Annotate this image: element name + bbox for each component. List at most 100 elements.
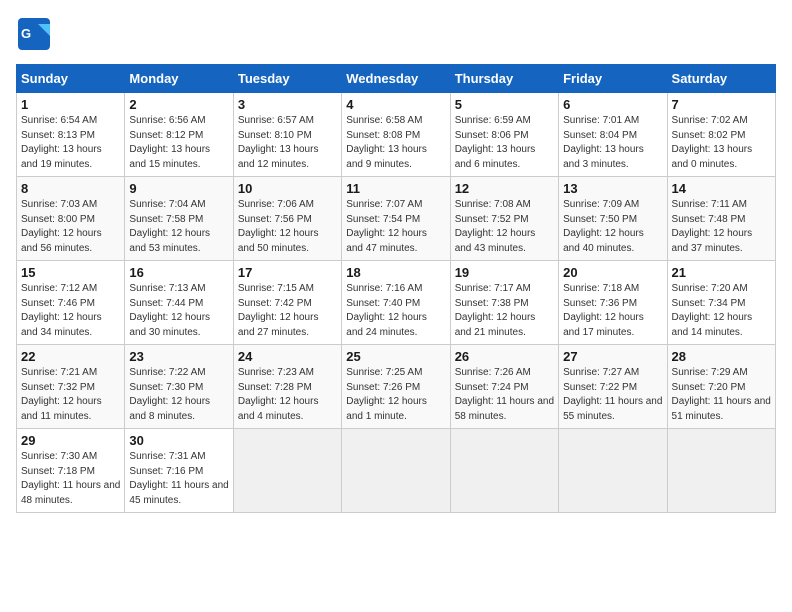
calendar-cell: 25 Sunrise: 7:25 AMSunset: 7:26 PMDaylig… [342, 345, 450, 429]
day-info: Sunrise: 7:29 AMSunset: 7:20 PMDaylight:… [672, 366, 771, 424]
day-info: Sunrise: 7:27 AMSunset: 7:22 PMDaylight:… [563, 366, 662, 424]
day-number: 29 [21, 433, 120, 448]
calendar-cell: 27 Sunrise: 7:27 AMSunset: 7:22 PMDaylig… [559, 345, 667, 429]
day-info: Sunrise: 6:56 AMSunset: 8:12 PMDaylight:… [129, 114, 228, 172]
day-number: 8 [21, 181, 120, 196]
calendar-cell: 16 Sunrise: 7:13 AMSunset: 7:44 PMDaylig… [125, 261, 233, 345]
calendar-cell [342, 429, 450, 513]
day-info: Sunrise: 7:17 AMSunset: 7:38 PMDaylight:… [455, 282, 554, 340]
calendar-cell: 21 Sunrise: 7:20 AMSunset: 7:34 PMDaylig… [667, 261, 775, 345]
day-info: Sunrise: 7:04 AMSunset: 7:58 PMDaylight:… [129, 198, 228, 256]
calendar-table: SundayMondayTuesdayWednesdayThursdayFrid… [16, 64, 776, 513]
day-info: Sunrise: 7:11 AMSunset: 7:48 PMDaylight:… [672, 198, 771, 256]
logo-icon: G [16, 16, 52, 52]
day-number: 17 [238, 265, 337, 280]
day-number: 22 [21, 349, 120, 364]
logo: G [16, 16, 56, 52]
day-number: 30 [129, 433, 228, 448]
day-info: Sunrise: 7:21 AMSunset: 7:32 PMDaylight:… [21, 366, 120, 424]
calendar-week-row: 8 Sunrise: 7:03 AMSunset: 8:00 PMDayligh… [17, 177, 776, 261]
calendar-cell [559, 429, 667, 513]
calendar-cell: 24 Sunrise: 7:23 AMSunset: 7:28 PMDaylig… [233, 345, 341, 429]
calendar-cell: 30 Sunrise: 7:31 AMSunset: 7:16 PMDaylig… [125, 429, 233, 513]
day-number: 18 [346, 265, 445, 280]
day-number: 20 [563, 265, 662, 280]
calendar-week-row: 22 Sunrise: 7:21 AMSunset: 7:32 PMDaylig… [17, 345, 776, 429]
day-header-tuesday: Tuesday [233, 65, 341, 93]
page-header: G [16, 16, 776, 52]
day-number: 23 [129, 349, 228, 364]
calendar-cell: 7 Sunrise: 7:02 AMSunset: 8:02 PMDayligh… [667, 93, 775, 177]
day-info: Sunrise: 7:06 AMSunset: 7:56 PMDaylight:… [238, 198, 337, 256]
calendar-cell: 9 Sunrise: 7:04 AMSunset: 7:58 PMDayligh… [125, 177, 233, 261]
calendar-cell: 17 Sunrise: 7:15 AMSunset: 7:42 PMDaylig… [233, 261, 341, 345]
day-info: Sunrise: 7:12 AMSunset: 7:46 PMDaylight:… [21, 282, 120, 340]
day-info: Sunrise: 7:08 AMSunset: 7:52 PMDaylight:… [455, 198, 554, 256]
day-number: 12 [455, 181, 554, 196]
day-header-sunday: Sunday [17, 65, 125, 93]
day-number: 16 [129, 265, 228, 280]
calendar-header-row: SundayMondayTuesdayWednesdayThursdayFrid… [17, 65, 776, 93]
day-number: 7 [672, 97, 771, 112]
calendar-cell: 28 Sunrise: 7:29 AMSunset: 7:20 PMDaylig… [667, 345, 775, 429]
calendar-cell: 18 Sunrise: 7:16 AMSunset: 7:40 PMDaylig… [342, 261, 450, 345]
day-info: Sunrise: 7:18 AMSunset: 7:36 PMDaylight:… [563, 282, 662, 340]
day-info: Sunrise: 7:23 AMSunset: 7:28 PMDaylight:… [238, 366, 337, 424]
day-info: Sunrise: 7:03 AMSunset: 8:00 PMDaylight:… [21, 198, 120, 256]
calendar-cell: 2 Sunrise: 6:56 AMSunset: 8:12 PMDayligh… [125, 93, 233, 177]
day-number: 10 [238, 181, 337, 196]
calendar-cell: 20 Sunrise: 7:18 AMSunset: 7:36 PMDaylig… [559, 261, 667, 345]
calendar-cell: 11 Sunrise: 7:07 AMSunset: 7:54 PMDaylig… [342, 177, 450, 261]
day-info: Sunrise: 6:54 AMSunset: 8:13 PMDaylight:… [21, 114, 120, 172]
day-info: Sunrise: 7:16 AMSunset: 7:40 PMDaylight:… [346, 282, 445, 340]
day-header-thursday: Thursday [450, 65, 558, 93]
calendar-cell [667, 429, 775, 513]
day-number: 11 [346, 181, 445, 196]
calendar-cell: 26 Sunrise: 7:26 AMSunset: 7:24 PMDaylig… [450, 345, 558, 429]
day-header-friday: Friday [559, 65, 667, 93]
day-info: Sunrise: 7:20 AMSunset: 7:34 PMDaylight:… [672, 282, 771, 340]
day-info: Sunrise: 7:25 AMSunset: 7:26 PMDaylight:… [346, 366, 445, 424]
calendar-cell: 6 Sunrise: 7:01 AMSunset: 8:04 PMDayligh… [559, 93, 667, 177]
day-info: Sunrise: 7:13 AMSunset: 7:44 PMDaylight:… [129, 282, 228, 340]
day-number: 4 [346, 97, 445, 112]
day-number: 26 [455, 349, 554, 364]
day-number: 9 [129, 181, 228, 196]
day-number: 13 [563, 181, 662, 196]
calendar-cell: 13 Sunrise: 7:09 AMSunset: 7:50 PMDaylig… [559, 177, 667, 261]
calendar-cell: 1 Sunrise: 6:54 AMSunset: 8:13 PMDayligh… [17, 93, 125, 177]
day-info: Sunrise: 7:02 AMSunset: 8:02 PMDaylight:… [672, 114, 771, 172]
day-number: 5 [455, 97, 554, 112]
calendar-cell [233, 429, 341, 513]
day-number: 1 [21, 97, 120, 112]
calendar-cell: 4 Sunrise: 6:58 AMSunset: 8:08 PMDayligh… [342, 93, 450, 177]
day-info: Sunrise: 7:01 AMSunset: 8:04 PMDaylight:… [563, 114, 662, 172]
day-number: 14 [672, 181, 771, 196]
calendar-cell: 19 Sunrise: 7:17 AMSunset: 7:38 PMDaylig… [450, 261, 558, 345]
day-header-saturday: Saturday [667, 65, 775, 93]
day-info: Sunrise: 7:15 AMSunset: 7:42 PMDaylight:… [238, 282, 337, 340]
day-number: 24 [238, 349, 337, 364]
day-number: 6 [563, 97, 662, 112]
calendar-cell: 12 Sunrise: 7:08 AMSunset: 7:52 PMDaylig… [450, 177, 558, 261]
day-header-wednesday: Wednesday [342, 65, 450, 93]
day-number: 3 [238, 97, 337, 112]
day-number: 25 [346, 349, 445, 364]
calendar-cell: 8 Sunrise: 7:03 AMSunset: 8:00 PMDayligh… [17, 177, 125, 261]
calendar-cell: 10 Sunrise: 7:06 AMSunset: 7:56 PMDaylig… [233, 177, 341, 261]
day-info: Sunrise: 6:58 AMSunset: 8:08 PMDaylight:… [346, 114, 445, 172]
calendar-cell: 5 Sunrise: 6:59 AMSunset: 8:06 PMDayligh… [450, 93, 558, 177]
calendar-cell: 15 Sunrise: 7:12 AMSunset: 7:46 PMDaylig… [17, 261, 125, 345]
calendar-week-row: 1 Sunrise: 6:54 AMSunset: 8:13 PMDayligh… [17, 93, 776, 177]
calendar-cell: 22 Sunrise: 7:21 AMSunset: 7:32 PMDaylig… [17, 345, 125, 429]
day-number: 15 [21, 265, 120, 280]
calendar-week-row: 15 Sunrise: 7:12 AMSunset: 7:46 PMDaylig… [17, 261, 776, 345]
day-info: Sunrise: 6:57 AMSunset: 8:10 PMDaylight:… [238, 114, 337, 172]
day-info: Sunrise: 7:31 AMSunset: 7:16 PMDaylight:… [129, 450, 228, 508]
day-info: Sunrise: 6:59 AMSunset: 8:06 PMDaylight:… [455, 114, 554, 172]
calendar-cell: 29 Sunrise: 7:30 AMSunset: 7:18 PMDaylig… [17, 429, 125, 513]
calendar-cell: 14 Sunrise: 7:11 AMSunset: 7:48 PMDaylig… [667, 177, 775, 261]
day-number: 21 [672, 265, 771, 280]
day-info: Sunrise: 7:26 AMSunset: 7:24 PMDaylight:… [455, 366, 554, 424]
day-info: Sunrise: 7:22 AMSunset: 7:30 PMDaylight:… [129, 366, 228, 424]
